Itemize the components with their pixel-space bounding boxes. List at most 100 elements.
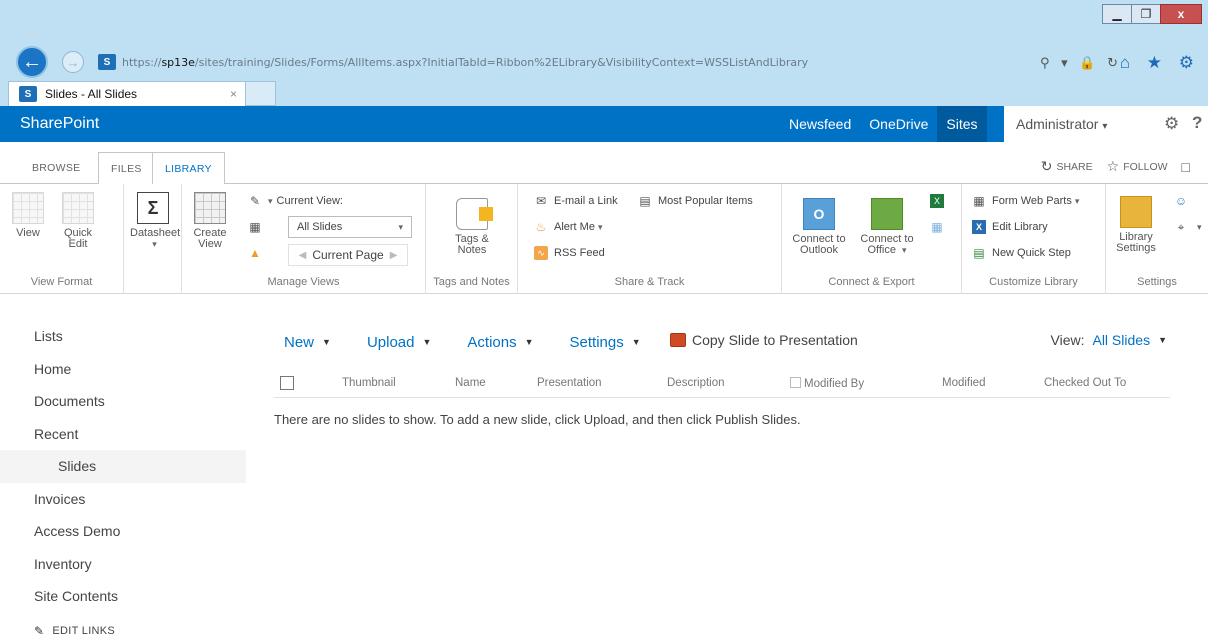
add-column-icon: ▦ — [249, 220, 261, 234]
tab-title: Slides - All Slides — [45, 87, 138, 101]
forward-button[interactable]: → — [62, 51, 84, 73]
column-thumbnail[interactable]: Thumbnail — [342, 377, 396, 389]
restore-button[interactable]: ❐ — [1131, 4, 1161, 24]
quick-edit-button[interactable]: Quick Edit — [62, 192, 94, 250]
minimize-button[interactable]: ▁ — [1102, 4, 1132, 24]
focus-content-button[interactable]: □ — [1182, 159, 1194, 175]
edit-links-button[interactable]: ✎ EDIT LINKS — [34, 624, 115, 638]
url-scheme: https:// — [122, 55, 162, 69]
window-controls: ▁ ❐ x — [1102, 4, 1202, 24]
modify-view-button[interactable]: ✎ ▾ Current View: — [248, 194, 343, 208]
connect-outlook-label-2: Outlook — [800, 244, 838, 256]
nav-item-recent[interactable]: Recent — [0, 418, 246, 451]
column-checked-out-to[interactable]: Checked Out To — [1044, 377, 1126, 389]
tab-close-icon[interactable]: × — [230, 87, 237, 101]
checkbox-icon — [790, 377, 801, 388]
column-modified-by[interactable]: Modified By — [790, 377, 864, 390]
upload-menu[interactable]: Upload ▼ — [367, 334, 431, 351]
column-icon-button[interactable]: ▦ — [248, 220, 268, 234]
suite-link-sites[interactable]: Sites — [937, 106, 987, 142]
actions-label: Actions — [467, 333, 517, 351]
new-label: New — [284, 333, 315, 351]
tab-files[interactable]: FILES — [98, 152, 155, 184]
datasheet-button[interactable]: Σ Datasheet ▾ — [130, 192, 180, 250]
alert-me-button[interactable]: ♨ Alert Me ▾ — [534, 220, 603, 234]
new-quick-step-button[interactable]: ▤ New Quick Step — [972, 246, 1071, 260]
select-all-checkbox[interactable] — [280, 375, 294, 390]
gear-icon[interactable]: ⚙ — [1164, 114, 1179, 134]
copy-slide-button[interactable]: Copy Slide to Presentation — [670, 332, 858, 348]
rss-feed-button[interactable]: ∿ RSS Feed — [534, 246, 605, 260]
new-menu[interactable]: New ▼ — [284, 334, 331, 351]
export-excel-button[interactable]: X — [930, 194, 950, 208]
connect-office-button[interactable]: Connect to Office ▾ — [854, 198, 920, 256]
new-tab-button[interactable] — [246, 81, 276, 106]
group-label-connect-export: Connect & Export — [828, 276, 915, 288]
nav-item-inventory[interactable]: Inventory — [0, 548, 246, 581]
workflow-settings-button[interactable]: ⌖ ▾ — [1174, 220, 1202, 234]
form-web-parts-button[interactable]: ▦ Form Web Parts ▾ — [972, 194, 1079, 208]
browser-tool-icons[interactable]: ⌂ ★ ⚙ — [1120, 53, 1200, 73]
view-picker[interactable]: View: All Slides ▼ — [1051, 332, 1168, 348]
settings-menu[interactable]: Settings ▼ — [570, 334, 641, 351]
view-picker-value: All Slides — [1092, 332, 1151, 348]
follow-button[interactable]: ☆ FOLLOW — [1107, 158, 1168, 175]
suite-link-newsfeed[interactable]: Newsfeed — [780, 106, 860, 142]
most-popular-button[interactable]: ▤ Most Popular Items — [638, 194, 752, 208]
chevron-down-icon: ▼ — [422, 337, 432, 347]
connect-outlook-button[interactable]: O Connect to Outlook — [786, 198, 852, 256]
nav-item-documents[interactable]: Documents — [0, 385, 246, 418]
current-page-label: Current Page — [312, 248, 384, 262]
close-window-button[interactable]: x — [1160, 4, 1202, 24]
address-bar-icons[interactable]: ⚲ ▾ 🔒 ↻ — [1040, 55, 1122, 71]
nav-item-site-contents[interactable]: Site Contents — [0, 580, 246, 613]
current-page-pager[interactable]: ◀ Current Page ▶ — [288, 244, 408, 266]
chevron-down-icon: ▼ — [1158, 335, 1167, 345]
address-bar[interactable]: S https://sp13e/sites/training/Slides/Fo… — [94, 50, 1104, 74]
column-modified[interactable]: Modified — [942, 377, 985, 389]
nav-item-lists[interactable]: Lists — [0, 320, 246, 353]
library-settings-icon — [1120, 196, 1152, 228]
create-view-button[interactable]: Create View — [190, 192, 230, 250]
library-settings-button[interactable]: Library Settings — [1110, 196, 1162, 254]
column-description[interactable]: Description — [667, 377, 725, 389]
sharepoint-brand[interactable]: SharePoint — [20, 115, 99, 133]
explorer-icon: ▦ — [931, 220, 943, 234]
shared-with-button[interactable]: ☺ — [1174, 194, 1194, 208]
prev-page-icon[interactable]: ◀ — [299, 250, 307, 261]
nav-item-slides[interactable]: Slides — [0, 450, 246, 483]
ribbon: View Quick Edit View Format Σ Datasheet … — [0, 184, 1208, 294]
user-menu[interactable]: Administrator ▾ — [1016, 116, 1107, 132]
url-text[interactable]: https://sp13e/sites/training/Slides/Form… — [122, 56, 1002, 69]
nav-item-home[interactable]: Home — [0, 353, 246, 386]
share-button[interactable]: ↻ SHARE — [1041, 158, 1093, 175]
list-header: Thumbnail Name Presentation Description … — [274, 368, 1170, 398]
tab-library[interactable]: LIBRARY — [152, 152, 225, 185]
current-view-select[interactable]: All Slides ▾ — [288, 216, 412, 238]
edit-library-button[interactable]: X Edit Library — [972, 220, 1048, 234]
email-link-button[interactable]: ✉ E-mail a Link — [534, 194, 618, 208]
quick-edit-label-2: Edit — [68, 238, 88, 250]
quick-launch-nav: Lists Home Documents Recent Slides Invoi… — [0, 320, 246, 613]
tags-notes-button[interactable]: Tags & Notes — [442, 198, 502, 256]
view-button[interactable]: View — [12, 192, 44, 239]
ribbon-tabs: BROWSE FILES LIBRARY ↻ SHARE ☆ FOLLOW □ — [0, 142, 1208, 185]
form-web-parts-label: Form Web Parts — [992, 195, 1072, 207]
actions-menu[interactable]: Actions ▼ — [467, 334, 533, 351]
back-button[interactable]: ← — [16, 46, 48, 78]
browser-tab-active[interactable]: S Slides - All Slides × — [8, 81, 246, 106]
open-with-explorer-button[interactable]: ▦ — [930, 220, 950, 234]
column-presentation[interactable]: Presentation — [537, 377, 602, 389]
tab-browse[interactable]: BROWSE — [20, 152, 92, 184]
help-icon[interactable]: ? — [1192, 113, 1202, 133]
column-name[interactable]: Name — [455, 377, 486, 389]
nav-item-access-demo[interactable]: Access Demo — [0, 515, 246, 548]
chevron-down-icon: ▼ — [322, 337, 331, 347]
suite-link-onedrive[interactable]: OneDrive — [860, 106, 937, 142]
arrow-right-icon: → — [66, 54, 80, 70]
next-page-icon[interactable]: ▶ — [390, 250, 398, 261]
navigate-up-button[interactable]: ▲ — [248, 246, 268, 260]
star-outline-icon: ☆ — [1106, 158, 1120, 174]
share-label: SHARE — [1056, 160, 1093, 173]
nav-item-invoices[interactable]: Invoices — [0, 483, 246, 516]
